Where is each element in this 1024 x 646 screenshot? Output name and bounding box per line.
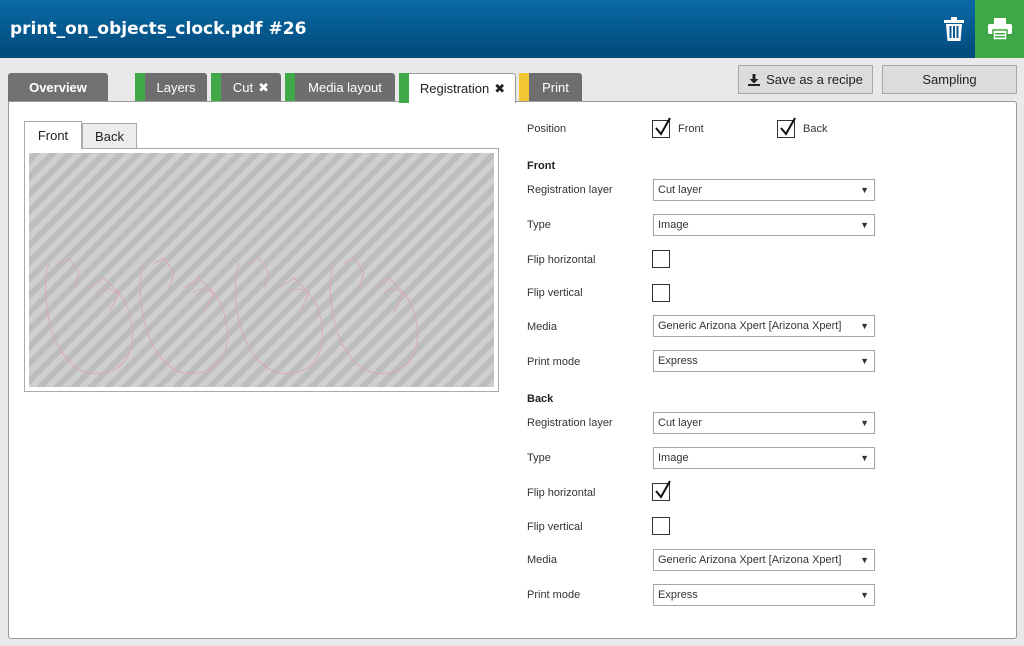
sampling-button[interactable]: Sampling bbox=[882, 65, 1017, 94]
back-media-select[interactable]: Generic Arizona Xpert [Arizona Xpert] ▼ bbox=[653, 549, 875, 571]
back-type-value: Image bbox=[658, 452, 689, 464]
tab-layers[interactable]: Layers bbox=[135, 73, 207, 102]
position-back-checkbox[interactable] bbox=[777, 117, 796, 138]
preview-tab-back-label: Back bbox=[95, 129, 124, 144]
tab-cut[interactable]: Cut ✖ bbox=[211, 73, 281, 102]
back-media-label: Media bbox=[527, 554, 557, 566]
preview-tab-front[interactable]: Front bbox=[24, 121, 82, 149]
tab-status-bar bbox=[285, 73, 295, 102]
tab-overview[interactable]: Overview bbox=[8, 73, 108, 102]
back-print-mode-select[interactable]: Express ▼ bbox=[653, 584, 875, 606]
front-reg-layer-select[interactable]: Cut layer ▼ bbox=[653, 179, 875, 201]
back-reg-layer-label: Registration layer bbox=[527, 417, 613, 429]
chevron-down-icon: ▼ bbox=[860, 590, 869, 600]
back-print-mode-label: Print mode bbox=[527, 589, 581, 601]
tab-status-bar bbox=[519, 73, 529, 102]
download-icon bbox=[748, 73, 761, 86]
check-icon bbox=[655, 117, 671, 136]
tab-status-bar bbox=[135, 73, 145, 102]
front-type-select[interactable]: Image ▼ bbox=[653, 214, 875, 236]
back-reg-layer-value: Cut layer bbox=[658, 417, 703, 429]
tab-cut-label: Cut bbox=[232, 80, 254, 95]
position-front-checkbox[interactable] bbox=[652, 117, 671, 138]
registration-panel: Front Back Position Front Back Front Reg… bbox=[8, 101, 1017, 639]
position-back-label: Back bbox=[803, 123, 828, 135]
back-flip-h-checkbox[interactable] bbox=[652, 480, 671, 501]
back-print-mode-value: Express bbox=[658, 589, 698, 601]
save-as-recipe-button[interactable]: Save as a recipe bbox=[738, 65, 873, 94]
chevron-down-icon: ▼ bbox=[860, 220, 869, 230]
tab-status-bar bbox=[399, 73, 409, 103]
preview-tab-front-label: Front bbox=[37, 128, 69, 143]
cut-outline-preview bbox=[44, 257, 419, 374]
chevron-down-icon: ▼ bbox=[860, 555, 869, 565]
front-reg-layer-label: Registration layer bbox=[527, 184, 613, 196]
check-icon bbox=[655, 480, 671, 499]
close-icon[interactable]: ✖ bbox=[494, 82, 505, 95]
front-media-select[interactable]: Generic Arizona Xpert [Arizona Xpert] ▼ bbox=[653, 315, 875, 337]
front-flip-h-label: Flip horizontal bbox=[527, 254, 596, 266]
front-print-mode-label: Print mode bbox=[527, 356, 581, 368]
front-section-heading: Front bbox=[527, 160, 556, 172]
preview-canvas[interactable] bbox=[29, 153, 494, 387]
front-flip-v-checkbox[interactable] bbox=[652, 284, 670, 302]
chevron-down-icon: ▼ bbox=[860, 185, 869, 195]
tab-registration-label: Registration bbox=[419, 81, 490, 96]
clock-outline-1 bbox=[44, 257, 134, 374]
front-media-label: Media bbox=[527, 321, 557, 333]
tab-layers-label: Layers bbox=[156, 80, 196, 95]
clock-outline-4 bbox=[329, 257, 419, 374]
position-label: Position bbox=[527, 123, 567, 135]
front-reg-layer-value: Cut layer bbox=[658, 184, 703, 196]
delete-button[interactable] bbox=[934, 0, 974, 58]
back-flip-v-checkbox[interactable] bbox=[652, 517, 670, 535]
preview-tab-back[interactable]: Back bbox=[82, 123, 137, 149]
trash-icon bbox=[944, 17, 964, 41]
position-front-label: Front bbox=[678, 123, 704, 135]
clock-outline-3 bbox=[234, 257, 324, 374]
front-flip-v-label: Flip vertical bbox=[527, 287, 583, 299]
clock-outline-2 bbox=[139, 257, 229, 374]
back-type-select[interactable]: Image ▼ bbox=[653, 447, 875, 469]
chevron-down-icon: ▼ bbox=[860, 321, 869, 331]
sampling-label: Sampling bbox=[922, 72, 977, 87]
back-type-label: Type bbox=[527, 452, 551, 464]
document-title: print_on_objects_clock.pdf #26 bbox=[10, 19, 307, 39]
front-print-mode-value: Express bbox=[658, 355, 698, 367]
front-type-label: Type bbox=[527, 219, 551, 231]
front-print-mode-select[interactable]: Express ▼ bbox=[653, 350, 875, 372]
chevron-down-icon: ▼ bbox=[860, 356, 869, 366]
front-media-value: Generic Arizona Xpert [Arizona Xpert] bbox=[658, 320, 842, 332]
close-icon[interactable]: ✖ bbox=[258, 81, 269, 94]
front-flip-h-checkbox[interactable] bbox=[652, 250, 670, 268]
tab-status-bar bbox=[211, 73, 221, 102]
tab-media-layout[interactable]: Media layout bbox=[285, 73, 395, 102]
check-icon bbox=[780, 117, 796, 136]
back-section-heading: Back bbox=[527, 393, 554, 405]
chevron-down-icon: ▼ bbox=[860, 453, 869, 463]
tab-registration[interactable]: Registration ✖ bbox=[399, 73, 516, 103]
tab-print[interactable]: Print bbox=[519, 73, 582, 102]
front-type-value: Image bbox=[658, 219, 689, 231]
save-as-recipe-label: Save as a recipe bbox=[766, 72, 863, 87]
chevron-down-icon: ▼ bbox=[860, 418, 869, 428]
back-flip-v-label: Flip vertical bbox=[527, 521, 583, 533]
back-media-value: Generic Arizona Xpert [Arizona Xpert] bbox=[658, 554, 842, 566]
printer-icon bbox=[987, 18, 1012, 40]
print-button[interactable] bbox=[975, 0, 1024, 58]
app-header: print_on_objects_clock.pdf #26 bbox=[0, 0, 1024, 58]
back-reg-layer-select[interactable]: Cut layer ▼ bbox=[653, 412, 875, 434]
tab-print-label: Print bbox=[542, 80, 569, 95]
back-flip-h-label: Flip horizontal bbox=[527, 487, 596, 499]
preview-frame bbox=[24, 148, 499, 392]
tab-overview-label: Overview bbox=[29, 80, 87, 95]
tab-media-layout-label: Media layout bbox=[308, 80, 382, 95]
